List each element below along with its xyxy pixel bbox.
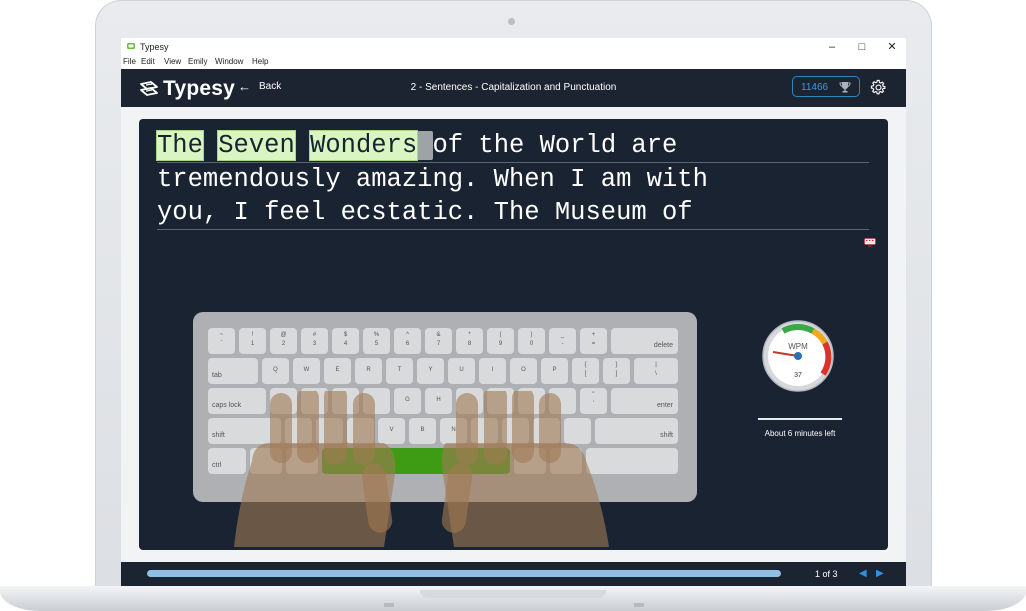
menu-file[interactable]: File [123, 57, 136, 66]
key: U [448, 358, 475, 384]
menu-edit[interactable]: Edit [141, 57, 155, 66]
key: ~ ` [208, 328, 235, 354]
lesson-progress-bar [147, 570, 781, 577]
untyped-text: you, I feel ecstatic. The Museum of [157, 198, 693, 227]
key: ^ 6 [394, 328, 421, 354]
key: (9 [487, 328, 514, 354]
typesy-app-icon [127, 43, 135, 49]
keyboard-toggle-icon[interactable] [864, 238, 876, 247]
key: * 8 [456, 328, 483, 354]
gear-icon[interactable] [870, 79, 887, 96]
menu-emily[interactable]: Emily [188, 57, 208, 66]
key: R [355, 358, 382, 384]
menu-view[interactable]: View [164, 57, 181, 66]
lesson-stage: The Seven Wonders of the World are treme… [121, 107, 906, 562]
key: | \ [634, 358, 678, 384]
maximize-button[interactable]: □ [847, 39, 877, 55]
wpm-gauge: WPM 37 [762, 320, 834, 392]
line-rule [157, 229, 869, 230]
typed-word: Seven [217, 130, 296, 161]
key: Y [417, 358, 444, 384]
key: T [386, 358, 413, 384]
key: _ - [549, 328, 576, 354]
typing-line-3: you, I feel ecstatic. The Museum of [157, 198, 869, 230]
window-titlebar: Typesy – □ ✕ [121, 38, 906, 56]
typed-word: The [156, 130, 204, 161]
gauge-label: WPM [788, 342, 808, 351]
typed-word: Wonders [309, 130, 419, 161]
menu-window[interactable]: Window [215, 57, 243, 66]
lesson-footer: 1 of 3 ◀ ▶ [121, 562, 906, 586]
key-delete: delete [611, 328, 678, 354]
typing-line-2: tremendously amazing. When I am with [157, 165, 869, 195]
key: & 7 [425, 328, 452, 354]
key: % 5 [363, 328, 390, 354]
key-tab: tab [208, 358, 258, 384]
key: I [479, 358, 506, 384]
laptop-foot-right [634, 603, 644, 607]
laptop-notch [420, 590, 606, 598]
key: @2 [270, 328, 297, 354]
key: O [510, 358, 537, 384]
typing-panel: The Seven Wonders of the World are treme… [139, 119, 888, 550]
key: #3 [301, 328, 328, 354]
prev-page-button[interactable]: ◀ [859, 568, 867, 579]
menu-bar: File Edit View Emily Window Help [121, 56, 906, 69]
minimize-button[interactable]: – [817, 39, 847, 55]
close-button[interactable]: ✕ [877, 39, 906, 55]
wpm-value: 37 [794, 372, 802, 379]
key: ! 1 [239, 328, 266, 354]
time-progress-line [758, 418, 842, 420]
key-enter: enter [611, 388, 678, 414]
key: }] [603, 358, 630, 384]
typing-hands-guide [234, 391, 609, 547]
app-window: Typesy – □ ✕ File Edit View Emily Window… [121, 38, 906, 586]
key: E [324, 358, 351, 384]
untyped-text: tremendously amazing. When I am with [157, 165, 708, 194]
score-badge[interactable]: 11466 [792, 76, 860, 97]
camera-dot [508, 18, 515, 25]
trophy-icon [839, 82, 851, 93]
app-header: Typesy ← Back 2 - Sentences - Capitaliza… [121, 69, 906, 107]
key: P [541, 358, 568, 384]
typing-line-1: The Seven Wonders of the World are [156, 130, 869, 163]
next-page-button[interactable]: ▶ [876, 568, 884, 579]
text-cursor [417, 131, 433, 160]
key: W [293, 358, 320, 384]
key: ) 0 [518, 328, 545, 354]
key: Q [262, 358, 289, 384]
line-rule [157, 162, 869, 163]
page-indicator: 1 of 3 [815, 569, 838, 579]
lesson-title: 2 - Sentences - Capitalization and Punct… [410, 82, 617, 93]
key: + = [580, 328, 607, 354]
untyped-text: of the World are [432, 131, 678, 160]
laptop-foot-left [384, 603, 394, 607]
key: $4 [332, 328, 359, 354]
time-left-text: About 6 minutes left [764, 429, 836, 438]
score-value: 11466 [801, 82, 829, 93]
window-title: Typesy [140, 42, 169, 52]
key: {[ [572, 358, 599, 384]
menu-help[interactable]: Help [252, 57, 268, 66]
